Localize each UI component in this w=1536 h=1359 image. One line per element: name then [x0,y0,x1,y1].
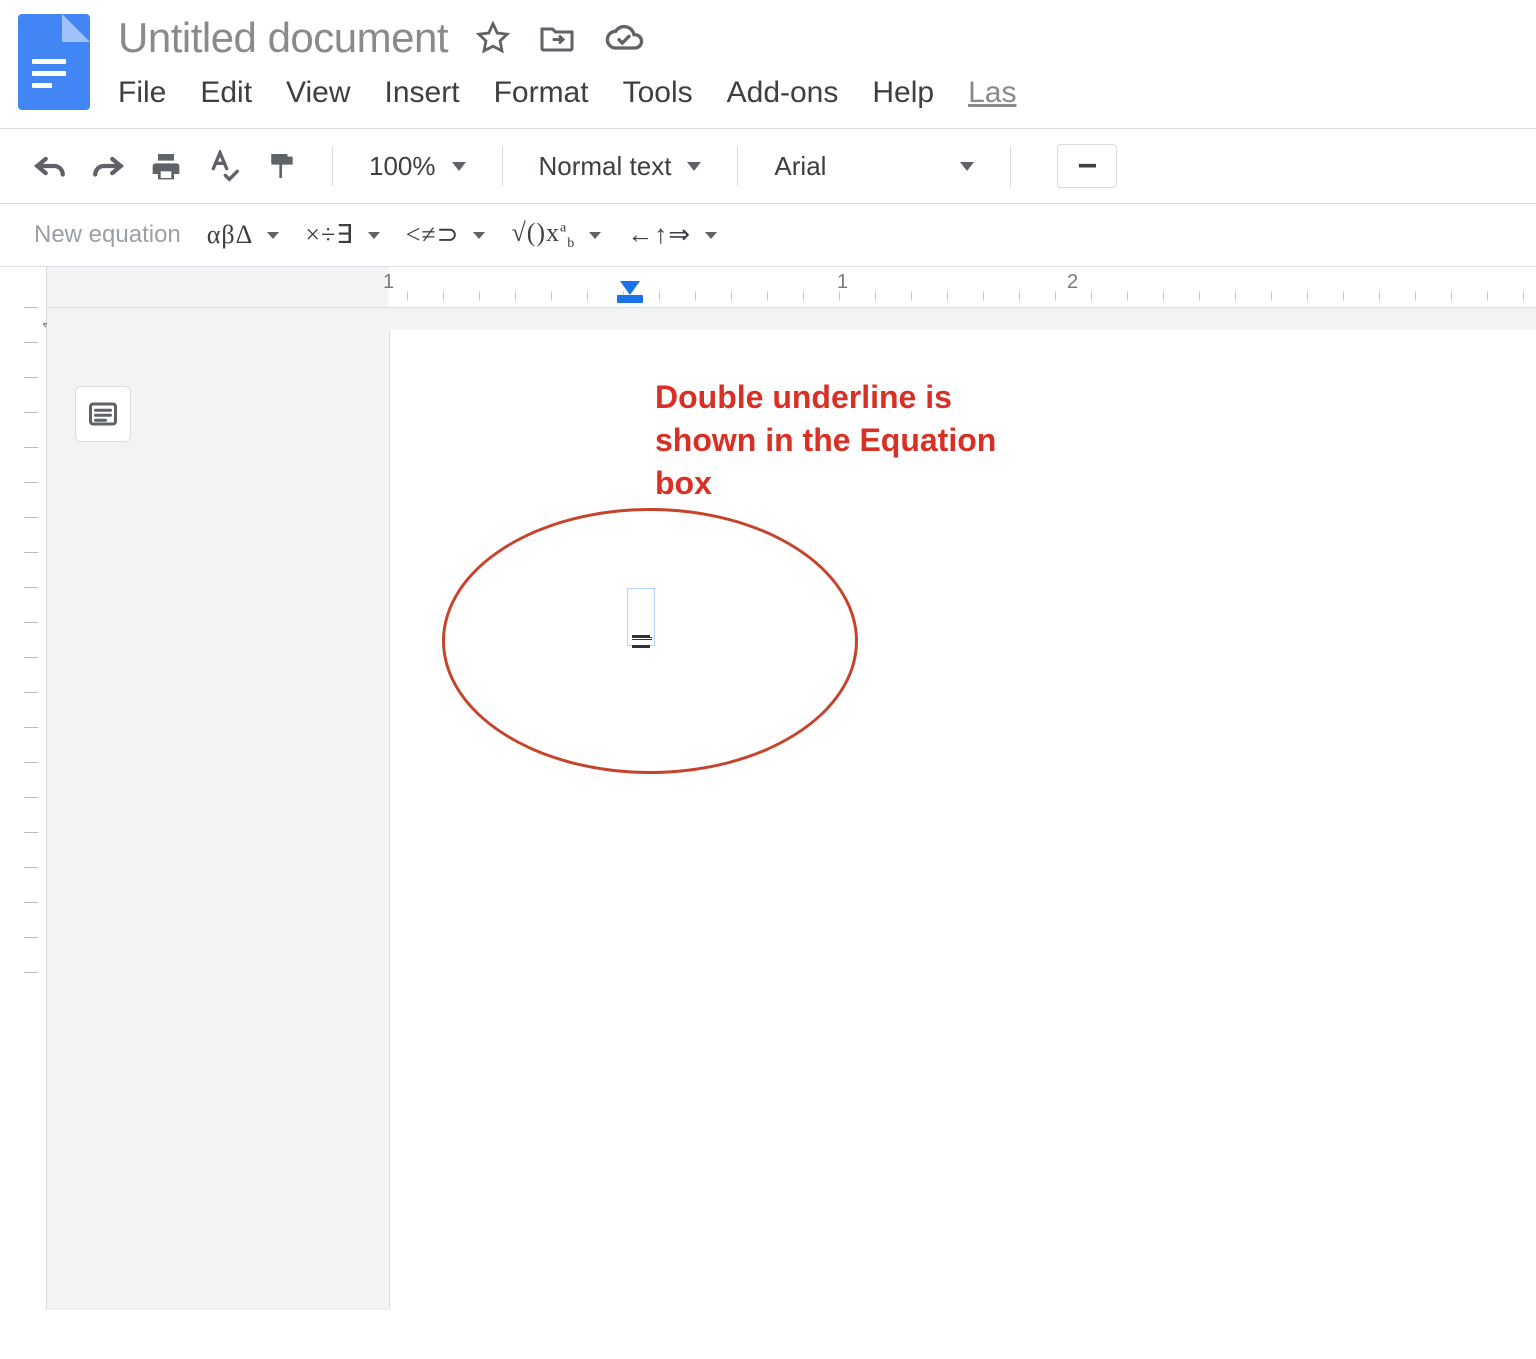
move-to-folder-icon[interactable] [538,23,576,53]
paint-format-button[interactable] [258,144,306,188]
menu-file[interactable]: File [118,76,166,110]
toolbar-separator [502,146,503,186]
chevron-down-icon [960,162,974,171]
chevron-down-icon [473,232,485,239]
chevron-down-icon [267,232,279,239]
docs-logo-icon[interactable] [18,14,90,110]
math-operators-dropdown[interactable]: ×÷∃ [305,220,379,250]
print-button[interactable] [142,144,190,188]
menu-addons[interactable]: Add-ons [727,76,839,110]
relations-dropdown[interactable]: <≠⊃ [406,220,486,250]
misc-symbols: √()xab [511,218,575,252]
menu-insert[interactable]: Insert [385,76,460,110]
menu-view[interactable]: View [286,76,350,110]
toolbar-separator [332,146,333,186]
ruler-mark-left-1: 1 [383,271,394,294]
document-title[interactable]: Untitled document [118,14,448,62]
menu-tools[interactable]: Tools [623,76,693,110]
chevron-down-icon [368,232,380,239]
menubar: File Edit View Insert Format Tools Add-o… [118,76,1518,110]
font-value: Arial [774,151,826,182]
title-row: Untitled document [118,14,1518,62]
header: Untitled document File Edi [0,0,1536,110]
menu-help[interactable]: Help [872,76,934,110]
editor-canvas: 1 1 1 2 Double underline is [0,267,1536,1310]
decrease-font-size-button[interactable]: − [1057,144,1117,188]
vertical-ruler[interactable]: 1 [0,267,47,1310]
toolbar-separator [1010,146,1011,186]
paragraph-style-select[interactable]: Normal text [529,151,712,182]
zoom-value: 100% [369,151,436,182]
misc-math-dropdown[interactable]: √()xab [511,218,601,252]
arrows-dropdown[interactable]: ←↑⇒ [627,220,717,250]
menu-format[interactable]: Format [494,76,589,110]
right-area: 1 1 2 Double underline is shown in the E… [47,267,1536,1310]
chevron-down-icon [705,232,717,239]
main-toolbar: 100% Normal text Arial − [0,128,1536,204]
cloud-status-icon[interactable] [604,24,644,52]
left-indent-marker[interactable] [617,295,643,303]
spellcheck-button[interactable] [200,144,248,188]
title-area: Untitled document File Edi [118,14,1518,110]
star-icon[interactable] [476,21,510,55]
equation-box[interactable] [627,588,655,646]
redo-button[interactable] [84,144,132,188]
new-equation-button[interactable]: New equation [34,221,181,249]
chevron-down-icon [452,162,466,171]
first-line-indent-marker[interactable] [620,281,640,295]
minus-icon: − [1077,147,1097,186]
arrow-symbols: ←↑⇒ [627,220,691,250]
rel-symbols: <≠⊃ [406,220,460,250]
document-outline-button[interactable] [75,386,131,442]
ruler-mark-right-1: 1 [837,271,848,294]
equation-toolbar: New equation αβΔ ×÷∃ <≠⊃ √()xab ←↑⇒ [0,204,1536,267]
style-value: Normal text [539,151,672,182]
chevron-down-icon [589,232,601,239]
ops-symbols: ×÷∃ [305,220,353,250]
undo-button[interactable] [26,144,74,188]
v-ruler-ticks [24,307,42,1007]
horizontal-ruler[interactable]: 1 1 2 [47,267,1536,308]
font-select[interactable]: Arial [764,151,984,182]
menu-edit[interactable]: Edit [200,76,252,110]
chevron-down-icon [687,162,701,171]
menu-last-edit[interactable]: Las [968,76,1016,110]
toolbar-separator [737,146,738,186]
double-underline-icon [632,635,650,648]
page-background: Double underline is shown in the Equatio… [47,308,1536,1310]
greek-symbols: αβΔ [207,220,254,250]
annotation-text: Double underline is shown in the Equatio… [655,376,996,506]
zoom-select[interactable]: 100% [359,151,476,182]
greek-letters-dropdown[interactable]: αβΔ [207,220,280,250]
ruler-mark-right-2: 2 [1067,271,1078,294]
